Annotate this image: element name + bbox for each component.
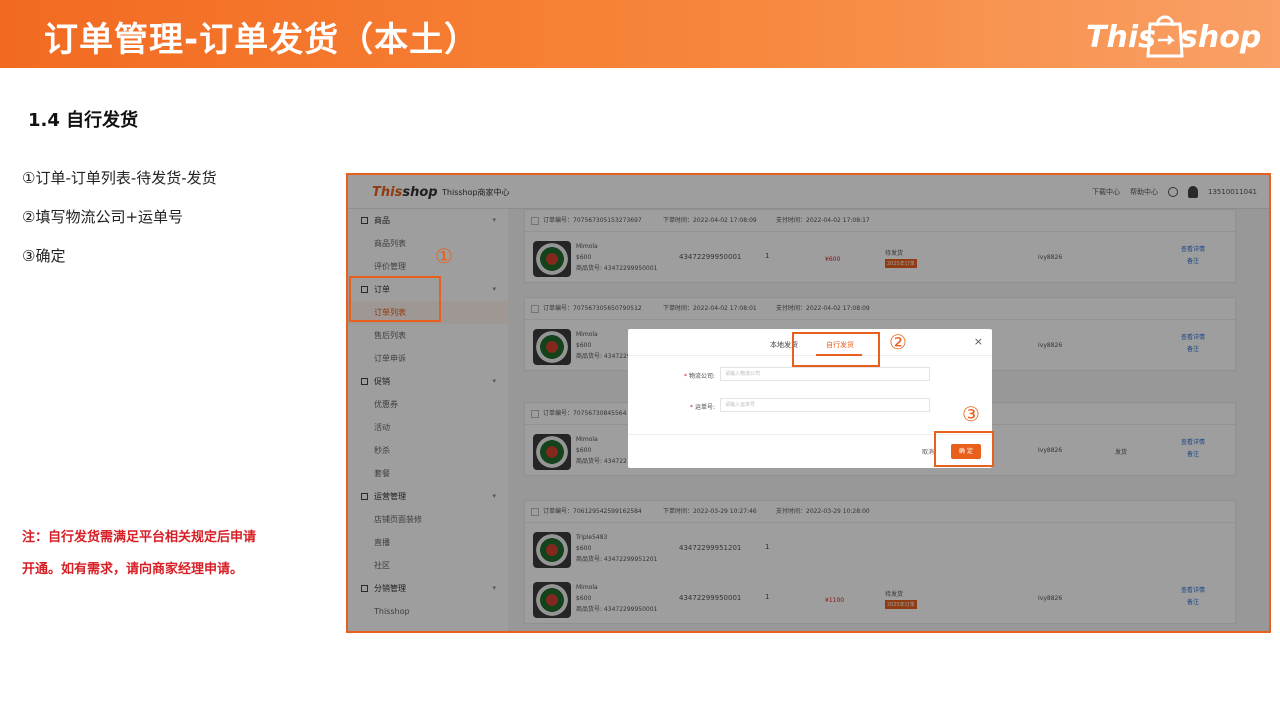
slide: 订单管理-订单发货（本土） This shop 1.4 自行发货 ①订单-订单列… [0,0,1280,720]
tracking-label-text: 运单号: [694,404,715,411]
section-heading: 1.4 自行发货 [28,110,139,131]
tracking-number-input[interactable]: 请输入运单号 [720,398,930,412]
step-3: ③确定 [22,247,66,265]
carrier-label-text: 物流公司: [688,373,715,380]
step-badge-2: ② [889,330,907,354]
cancel-button[interactable]: 取消 [922,447,934,456]
highlight-confirm-button [934,431,994,467]
note-line-1: 注：自行发货需满足平台相关规定后申请 [22,530,257,545]
highlight-self-ship-tab [792,332,880,367]
logo-shop-text: shop [1180,20,1262,55]
note-line-2: 开通。如有需求，请向商家经理申请。 [22,562,244,577]
carrier-label: * 物流公司: [684,373,715,380]
step-badge-3: ③ [962,402,980,426]
note: 注：自行发货需满足平台相关规定后申请 开通。如有需求，请向商家经理申请。 [22,522,282,586]
highlight-order-menu [349,276,441,322]
thisshop-logo: This shop [1086,6,1266,62]
close-icon[interactable]: × [974,335,983,348]
steps-list: ①订单-订单列表-待发货-发货 ②填写物流公司+运单号 ③确定 [22,168,217,285]
seller-center-screenshot: Thisshop Thisshop商家中心 下载中心 帮助中心 13510011… [346,173,1271,633]
tracking-label: * 运单号: [690,404,715,411]
title-banner: 订单管理-订单发货（本土） This shop [0,0,1280,68]
step-2: ②填写物流公司+运单号 [22,208,184,226]
slide-title: 订单管理-订单发货（本土） [44,20,480,60]
carrier-input[interactable]: 请输入物流公司 [720,367,930,381]
step-1: ①订单-订单列表-待发货-发货 [22,169,217,187]
step-badge-1: ① [435,244,453,268]
